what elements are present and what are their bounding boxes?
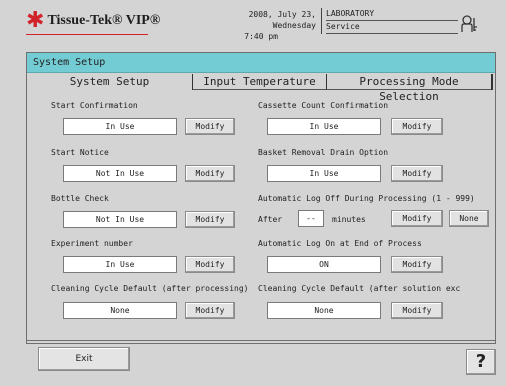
help-button[interactable]: ? xyxy=(466,349,496,375)
time-text: 7:40 pm xyxy=(244,32,278,41)
location-text: LABORATORY xyxy=(326,9,375,18)
basket-removal-modify-button[interactable]: Modify xyxy=(391,165,443,182)
start-notice-modify-button[interactable]: Modify xyxy=(185,165,235,182)
panel-titlebar: System Setup xyxy=(27,53,495,73)
tab-input-temperature[interactable]: Input Temperature xyxy=(193,74,327,90)
tab-bar-edge xyxy=(491,74,493,90)
info-underline xyxy=(326,33,458,34)
cassette-count-modify-button[interactable]: Modify xyxy=(391,118,443,135)
auto-logoff-prefix: After xyxy=(258,215,283,224)
tab-bar: System Setup Input Temperature Processin… xyxy=(27,74,495,103)
datetime: 2008, July 23, Wednesday 7:40 pm xyxy=(206,9,316,42)
tab-input-temperature-label: Input Temperature xyxy=(203,75,316,88)
experiment-number-value: In Use xyxy=(63,256,177,273)
user-mode-text: Service xyxy=(326,22,360,31)
start-confirmation-value: In Use xyxy=(63,118,177,135)
panel-title: System Setup xyxy=(33,57,106,68)
auto-logon-modify-button[interactable]: Modify xyxy=(391,256,443,273)
info-divider xyxy=(326,20,458,21)
logo: ✱ Tissue-Tek® VIP® xyxy=(26,8,161,33)
exit-button[interactable]: Exit xyxy=(38,347,130,371)
bottle-check-modify-button[interactable]: Modify xyxy=(185,211,235,228)
auto-logoff-suffix: minutes xyxy=(332,215,366,224)
start-notice-value: Not In Use xyxy=(63,165,177,182)
experiment-number-label: Experiment number xyxy=(51,239,133,248)
auto-logon-label: Automatic Log On at End of Process xyxy=(258,239,422,248)
logo-underline xyxy=(26,34,148,35)
tab-system-setup-label: System Setup xyxy=(69,75,150,88)
app-header: ✱ Tissue-Tek® VIP® 2008, July 23, Wednes… xyxy=(0,0,506,52)
cleaning-default-solution-modify-button[interactable]: Modify xyxy=(391,302,443,319)
basket-removal-label: Basket Removal Drain Option xyxy=(258,148,389,157)
auto-logoff-label: Automatic Log Off During Processing (1 -… xyxy=(258,194,475,203)
logo-star-icon: ✱ xyxy=(26,8,45,33)
logo-text: Tissue-Tek® VIP® xyxy=(47,13,161,28)
tab-system-setup[interactable]: System Setup xyxy=(27,74,193,90)
auto-logon-value: ON xyxy=(267,256,381,273)
start-confirmation-label: Start Confirmation xyxy=(51,101,138,110)
auto-logoff-none-button[interactable]: None xyxy=(449,210,489,227)
user-key-icon[interactable] xyxy=(460,14,480,34)
cleaning-default-processing-modify-button[interactable]: Modify xyxy=(185,302,235,319)
auto-logoff-minutes-input[interactable]: -- xyxy=(298,210,324,227)
start-notice-label: Start Notice xyxy=(51,148,109,157)
basket-removal-value: In Use xyxy=(267,165,381,182)
start-confirmation-modify-button[interactable]: Modify xyxy=(185,118,235,135)
experiment-number-modify-button[interactable]: Modify xyxy=(185,256,235,273)
settings-content: Start Confirmation In Use Modify Start N… xyxy=(33,90,491,340)
cleaning-default-processing-label: Cleaning Cycle Default (after processing… xyxy=(51,284,249,293)
bottle-check-label: Bottle Check xyxy=(51,194,109,203)
cleaning-default-processing-value: None xyxy=(63,302,177,319)
cassette-count-label: Cassette Count Confirmation xyxy=(258,101,389,110)
auto-logoff-modify-button[interactable]: Modify xyxy=(391,210,443,227)
date-text: 2008, July 23, Wednesday xyxy=(248,10,316,30)
cleaning-default-solution-label: Cleaning Cycle Default (after solution e… xyxy=(258,284,461,293)
system-setup-panel: System Setup System Setup Input Temperat… xyxy=(26,52,496,344)
cassette-count-value: In Use xyxy=(267,118,381,135)
bottle-check-value: Not In Use xyxy=(63,211,177,228)
footer-divider xyxy=(26,340,496,341)
tab-processing-mode-selection[interactable]: Processing Mode Selection xyxy=(327,74,491,103)
cleaning-default-solution-value: None xyxy=(267,302,381,319)
header-divider xyxy=(321,8,322,34)
